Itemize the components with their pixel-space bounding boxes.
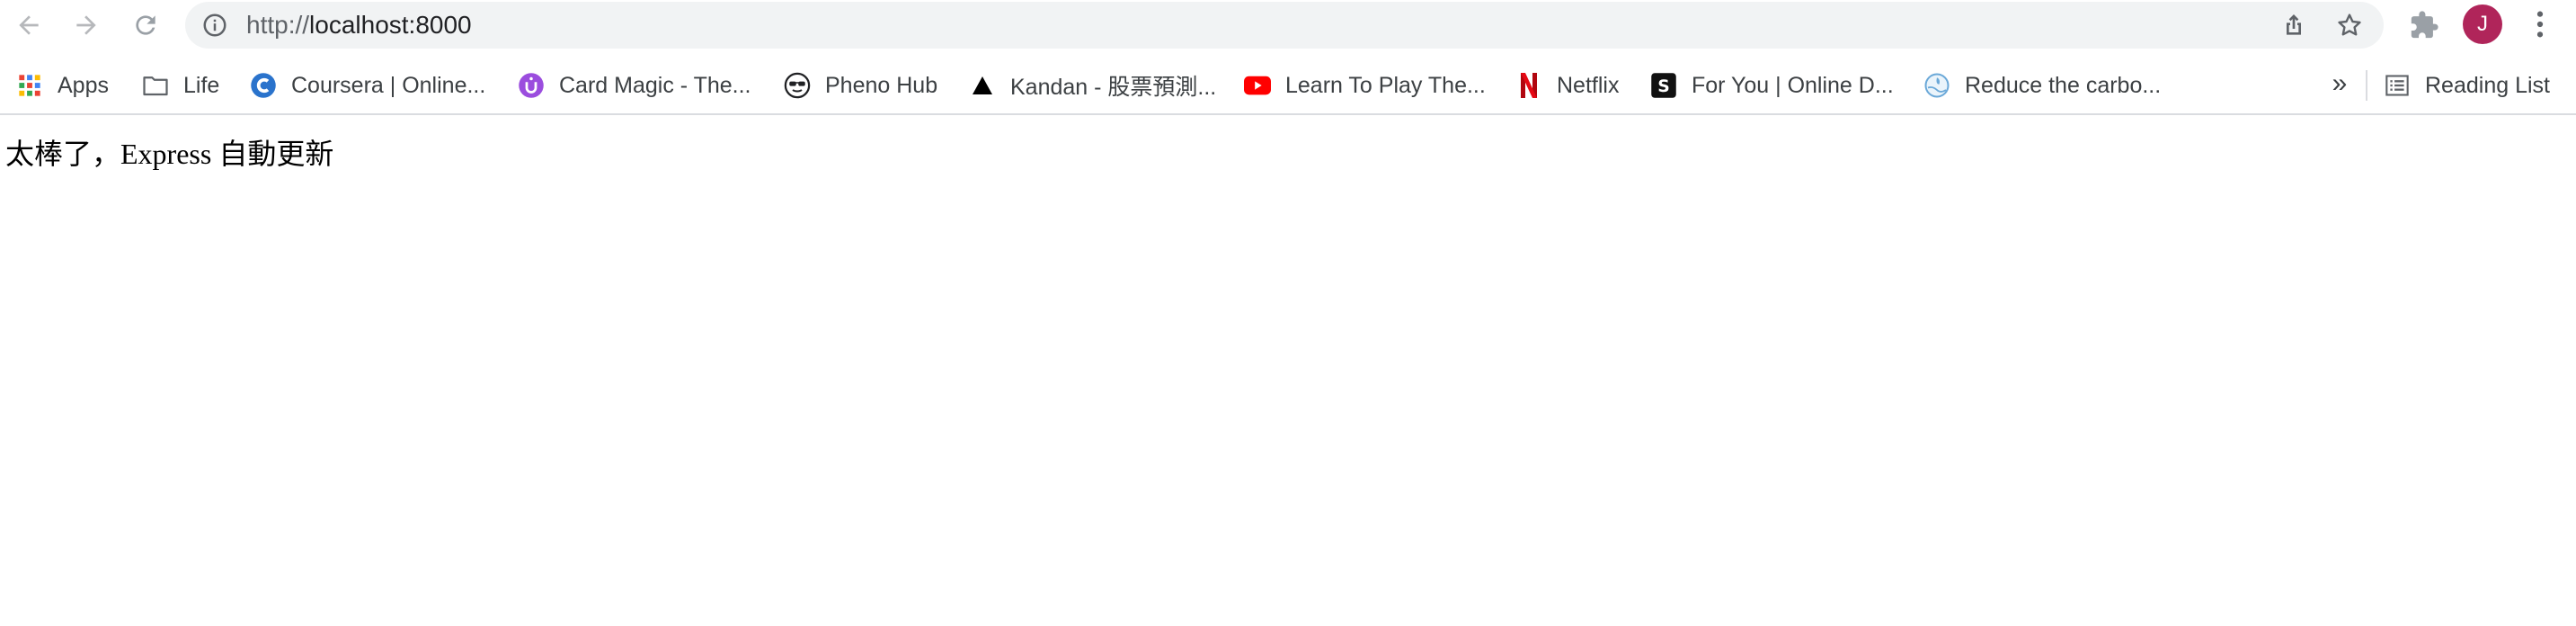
arrow-left-icon [19, 15, 39, 35]
bookmark-label: Apps [58, 72, 109, 98]
bookmarks-separator [2366, 70, 2367, 101]
triangle-icon [969, 72, 996, 99]
bookmark-coursera[interactable]: Coursera | Online... [250, 65, 485, 106]
info-icon[interactable] [201, 12, 228, 39]
skillshare-icon: S [1650, 72, 1677, 99]
url-host: localhost:8000 [309, 11, 472, 39]
bookmark-label: Life [183, 72, 220, 98]
forward-button[interactable] [68, 7, 104, 43]
bookmark-label: For You | Online D... [1692, 72, 1894, 98]
bookmark-apps[interactable]: Apps [16, 65, 109, 106]
reload-icon [136, 15, 155, 35]
bookmarks-overflow-button[interactable]: » [2328, 65, 2351, 106]
bookmark-learn-to-play[interactable]: Learn To Play The... [1244, 65, 1486, 106]
bookmark-label: Pheno Hub [825, 72, 938, 98]
reading-list-button[interactable]: Reading List [2384, 65, 2550, 106]
coursera-icon [250, 72, 277, 99]
globe-leaf-icon [1923, 72, 1950, 99]
bookmark-pheno-hub[interactable]: Pheno Hub [784, 65, 937, 106]
bookmarks-bar: Apps Life Coursera | Online... Card Magi… [0, 65, 2576, 106]
browser-chrome: http://localhost:8000 J Apps Life Course… [0, 0, 2576, 115]
bookmark-label: Learn To Play The... [1285, 72, 1486, 98]
bookmark-for-you[interactable]: S For You | Online D... [1650, 65, 1894, 106]
bookmark-label: Netflix [1557, 72, 1620, 98]
folder-icon [142, 72, 169, 99]
netflix-icon [1515, 72, 1542, 99]
bookmark-label: Reduce the carbo... [1965, 72, 2162, 98]
star-bookmark-icon[interactable] [2335, 11, 2364, 40]
address-bar[interactable]: http://localhost:8000 [185, 2, 2384, 49]
url-text[interactable]: http://localhost:8000 [246, 2, 472, 49]
arrow-right-icon [76, 15, 96, 35]
kebab-menu-icon[interactable] [2531, 9, 2549, 40]
profile-avatar[interactable]: J [2463, 4, 2502, 44]
share-icon[interactable] [2279, 11, 2308, 40]
card-magic-icon [518, 72, 545, 99]
bookmark-kandan[interactable]: Kandan - 股票預測... [969, 65, 1216, 106]
reading-list-icon [2384, 72, 2411, 99]
url-scheme: http:// [246, 11, 310, 39]
reading-list-label: Reading List [2425, 72, 2550, 98]
back-button[interactable] [11, 7, 47, 43]
youtube-icon [1244, 72, 1271, 99]
page-body-text: 太棒了，Express 自動更新 [5, 138, 334, 170]
bookmark-card-magic[interactable]: Card Magic - The... [518, 65, 751, 106]
svg-text:S: S [1657, 77, 1670, 96]
browser-toolbar: http://localhost:8000 J [0, 0, 2576, 50]
bookmark-life[interactable]: Life [142, 65, 219, 106]
extensions-puzzle-icon[interactable] [2409, 10, 2439, 40]
bookmark-label: Card Magic - The... [559, 72, 751, 98]
sunglasses-face-icon [784, 72, 811, 99]
bookmark-label: Kandan - 股票預測... [1010, 75, 1217, 100]
apps-grid-icon [16, 72, 43, 99]
reload-button[interactable] [128, 7, 164, 43]
bookmark-label: Coursera | Online... [291, 72, 486, 98]
bookmark-netflix[interactable]: Netflix [1515, 65, 1619, 106]
bookmark-reduce-carbon[interactable]: Reduce the carbo... [1923, 65, 2161, 106]
